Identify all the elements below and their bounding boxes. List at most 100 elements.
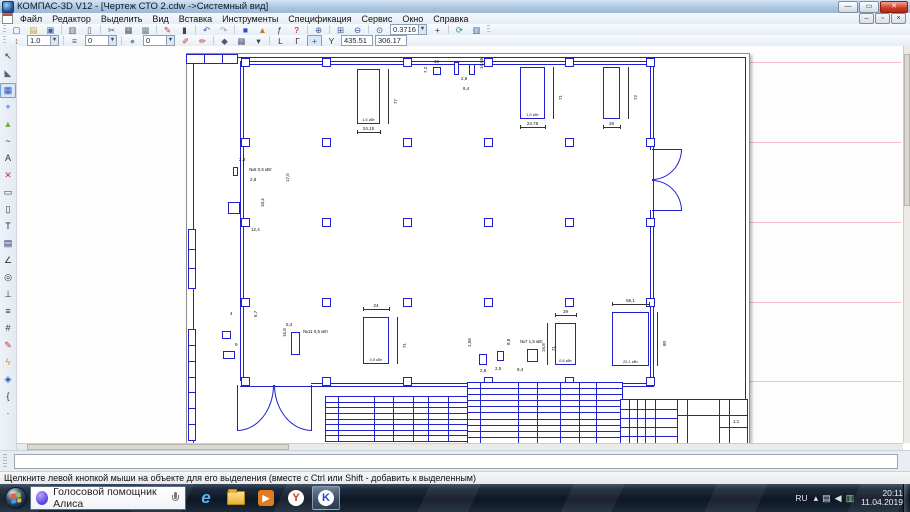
child-minimize-button[interactable]: – (859, 13, 874, 24)
ortho-icon[interactable]: Г (290, 35, 305, 47)
coordinate-x-field[interactable]: 435.51 (341, 35, 373, 46)
column-marker[interactable] (241, 58, 250, 67)
table-tool-icon[interactable]: ▤ (0, 236, 16, 251)
chevron-down-icon[interactable]: ▼ (418, 25, 426, 34)
equipment-block[interactable] (603, 67, 620, 119)
toolbar-grip[interactable] (487, 25, 490, 34)
column-marker[interactable] (646, 58, 655, 67)
column-marker[interactable] (322, 377, 331, 386)
column-marker[interactable] (484, 58, 493, 67)
maximize-button[interactable]: ▭ (859, 1, 879, 13)
column-marker[interactable] (322, 298, 331, 307)
zoom-scale-icon[interactable]: ⊙ (372, 24, 387, 36)
curve-tool-icon[interactable]: ~ (0, 134, 16, 149)
toolbar-grip[interactable] (3, 36, 6, 45)
menu-item-1[interactable]: Файл (15, 14, 47, 24)
grid-icon[interactable]: ▦ (234, 35, 249, 47)
column-marker[interactable] (322, 58, 331, 67)
chevron-down-icon[interactable]: ▼ (108, 36, 116, 45)
column-marker[interactable] (565, 138, 574, 147)
column-marker[interactable] (646, 377, 655, 386)
document-menu-icon[interactable] (2, 13, 13, 24)
small-equipment-block[interactable] (233, 167, 238, 176)
small-equipment-block[interactable] (469, 64, 475, 75)
chevron-down-icon[interactable]: ▼ (50, 36, 58, 45)
clock[interactable]: 20:11 11.04.2019 (861, 489, 903, 508)
menu-item-2[interactable]: Редактор (47, 14, 96, 24)
open-icon[interactable]: ▤ (26, 24, 41, 36)
layer-combo[interactable]: 0▼ (85, 35, 117, 46)
small-equipment-block[interactable] (527, 349, 538, 362)
hidden-icons-button[interactable]: ▴ (814, 493, 819, 504)
select-tool-icon[interactable]: ↖ (0, 49, 16, 64)
column-marker[interactable] (322, 218, 331, 227)
column-marker[interactable] (403, 377, 412, 386)
measure-tool-icon[interactable]: ϟ (0, 355, 16, 370)
show-all-icon[interactable]: ▥ (469, 24, 484, 36)
more-tool-icon[interactable]: · (0, 406, 16, 421)
erase-part-icon[interactable]: ✏ (195, 35, 210, 47)
equipment-block[interactable] (357, 69, 380, 124)
column-marker[interactable] (565, 218, 574, 227)
drawing-canvas[interactable]: 1,5 кВт7724,151,5 кВт7124,7872280,5 кВт2… (17, 46, 903, 443)
equate-icon[interactable]: ≡ (0, 304, 16, 319)
cursor-step-icon[interactable]: ↕ (9, 35, 24, 47)
coordinate-y-field[interactable]: 306.17 (375, 35, 407, 46)
equipment-block[interactable] (612, 312, 649, 366)
brace-tool-icon[interactable]: { (0, 389, 16, 404)
child-close-button[interactable]: × (891, 13, 906, 24)
explorer-taskbar-icon[interactable] (222, 486, 250, 510)
column-marker[interactable] (565, 298, 574, 307)
perpendicular-icon[interactable]: ⊥ (0, 287, 16, 302)
local-csys-icon[interactable]: L (273, 35, 288, 47)
title-block[interactable]: 1:1 (620, 399, 748, 443)
network-icon[interactable]: ▥ (846, 493, 855, 504)
grid-dropdown-icon[interactable]: ▾ (251, 35, 266, 47)
library-tool-icon[interactable]: ◈ (0, 372, 16, 387)
select-style-icon[interactable]: ◆ (217, 35, 232, 47)
kompas-taskbar-icon[interactable]: K (312, 486, 340, 510)
column-marker[interactable] (403, 218, 412, 227)
small-equipment-block[interactable] (222, 331, 231, 339)
close-button[interactable]: ✕ (880, 1, 908, 13)
start-button[interactable] (5, 487, 27, 509)
column-marker[interactable] (241, 138, 250, 147)
show-desktop-button[interactable] (903, 484, 910, 512)
alice-assistant-search[interactable]: Голосовой помощник Алиса (30, 486, 186, 510)
style-combo[interactable]: 0▼ (143, 35, 175, 46)
vertical-scrollbar[interactable] (903, 46, 910, 443)
small-equipment-block[interactable] (479, 354, 487, 365)
minimize-button[interactable]: — (838, 1, 858, 13)
snap-icon[interactable]: + (307, 35, 322, 47)
auxiliary-tool-icon[interactable]: ▲ (0, 117, 16, 132)
child-restore-button[interactable]: ▫ (875, 13, 890, 24)
vertical-scroll-thumb[interactable] (904, 54, 910, 206)
rebuild-icon[interactable]: ⟳ (452, 24, 467, 36)
text-tool-icon[interactable]: A (0, 151, 16, 166)
panel-grip[interactable] (3, 454, 7, 469)
layer-icon[interactable]: ≡ (67, 35, 82, 47)
column-marker[interactable] (646, 218, 655, 227)
edit-tool-icon[interactable]: ✎ (0, 338, 16, 353)
microphone-icon[interactable] (171, 492, 179, 505)
zoom-scale-combo[interactable]: 0.3716 ▼ (390, 24, 427, 35)
column-marker[interactable] (403, 58, 412, 67)
column-marker[interactable] (403, 138, 412, 147)
chevron-down-icon[interactable]: ▼ (166, 36, 174, 45)
current-tool-icon[interactable]: ▦ (0, 83, 16, 98)
column-marker[interactable] (403, 298, 412, 307)
hatch-tool-icon[interactable]: # (0, 321, 16, 336)
menu-item-10[interactable]: Справка (428, 14, 473, 24)
copy-properties-icon[interactable]: ✎ (160, 24, 175, 36)
small-equipment-block[interactable] (291, 332, 300, 355)
toolbar-grip[interactable] (3, 25, 6, 34)
table-text-icon[interactable]: T (0, 219, 16, 234)
column-marker[interactable] (646, 138, 655, 147)
menu-item-4[interactable]: Вид (147, 14, 173, 24)
horizontal-scrollbar[interactable] (17, 443, 903, 450)
preview-icon[interactable]: ▯ (82, 24, 97, 36)
geometry-tool-icon[interactable]: ◣ (0, 66, 16, 81)
zoom-out-icon[interactable]: ⊖ (350, 24, 365, 36)
menu-item-3[interactable]: Выделить (96, 14, 148, 24)
point-tool-icon[interactable]: + (0, 100, 16, 115)
